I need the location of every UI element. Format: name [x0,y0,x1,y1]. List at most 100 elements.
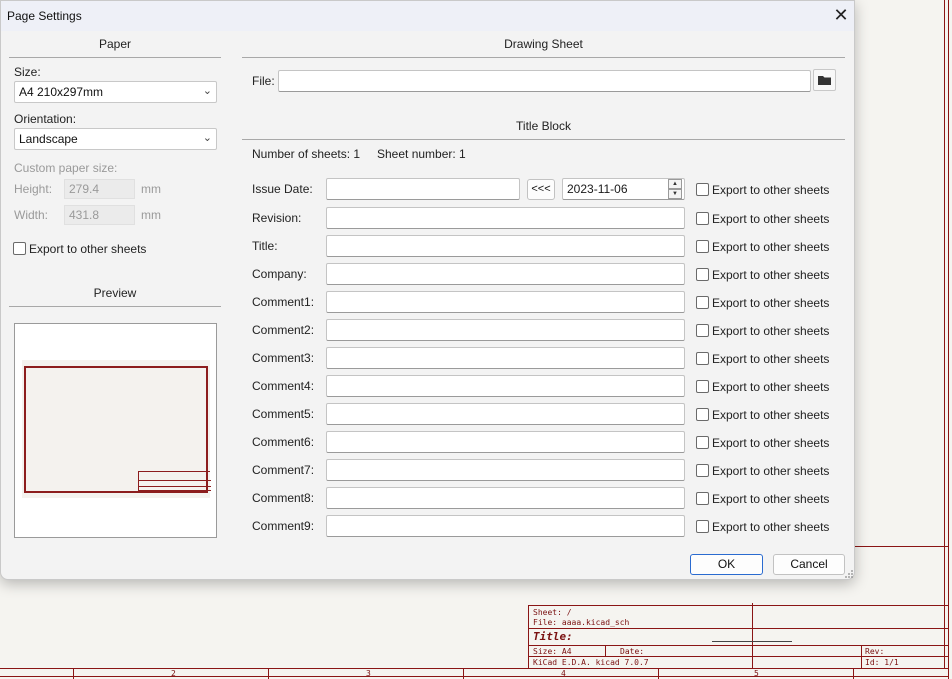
ok-button[interactable]: OK [690,554,763,575]
comment2-export-label: Export to other sheets [712,324,830,338]
cancel-button[interactable]: Cancel [773,554,845,575]
comment3-label: Comment3: [252,351,315,365]
comment7-input[interactable] [326,459,685,481]
height-label: Height: [14,182,53,196]
comment3-export-checkbox[interactable] [696,352,709,365]
dialog-title: Page Settings [7,9,82,23]
comment9-export-checkbox[interactable] [696,520,709,533]
comment2-input[interactable] [326,319,685,341]
title-block-top [528,605,949,606]
title-export-checkbox[interactable] [696,240,709,253]
comment9-export-label: Export to other sheets [712,520,830,534]
comment1-export-label: Export to other sheets [712,296,830,310]
comment3-input[interactable] [326,347,685,369]
width-label: Width: [14,208,49,222]
orientation-dropdown[interactable]: Landscape ⌄ [14,128,217,150]
comment6-export-label: Export to other sheets [712,436,830,450]
preview-tb-line [139,486,211,487]
company-input[interactable] [326,263,685,285]
copy-date-button[interactable]: <<< [527,179,555,200]
browse-folder-button[interactable] [813,69,836,91]
column-number: 2 [171,669,176,678]
paper-export-checkbox[interactable] [13,242,26,255]
comment7-label: Comment7: [252,463,315,477]
height-field[interactable]: 279.4 [64,179,135,199]
orientation-value: Landscape [19,132,78,146]
comment7-export-label: Export to other sheets [712,464,830,478]
drawing-sheet-heading: Drawing Sheet [504,37,583,51]
sheet-border-bottom [0,668,949,669]
comment1-export-checkbox[interactable] [696,296,709,309]
comment8-input[interactable] [326,487,685,509]
sheet-border-bottom-outer [0,676,949,677]
sheet-border-tick [463,668,464,679]
preview-title-block [138,471,211,493]
paper-size-dropdown[interactable]: A4 210x297mm ⌄ [14,81,217,103]
height-unit: mm [141,182,161,196]
comment8-export-label: Export to other sheets [712,492,830,506]
comment4-label: Comment4: [252,379,315,393]
comment6-export-checkbox[interactable] [696,436,709,449]
title-block-line [528,628,949,629]
width-unit: mm [141,208,161,222]
sheet-file-text: File: aaaa.kicad_sch [533,618,630,627]
comment1-input[interactable] [326,291,685,313]
comment9-input[interactable] [326,515,685,537]
comment7-export-checkbox[interactable] [696,464,709,477]
comment5-label: Comment5: [252,407,315,421]
comment5-input[interactable] [326,403,685,425]
chevron-down-icon: ⌄ [202,85,212,97]
preview-divider [9,306,221,307]
issue-date-input[interactable] [326,178,520,200]
sheet-number: Sheet number: 1 [377,147,466,161]
comment2-label: Comment2: [252,323,315,337]
column-number: 4 [561,669,566,678]
dialog-titlebar[interactable]: Page Settings ✕ [1,1,854,31]
title-block-line [528,645,949,646]
issue-date-label: Issue Date: [252,182,313,196]
preview-heading: Preview [93,286,137,300]
title-input[interactable] [326,235,685,257]
comment5-export-label: Export to other sheets [712,408,830,422]
title-label: Title: [252,239,278,253]
folder-icon [818,76,831,85]
sheet-border-tick [658,668,659,679]
resize-grip-icon[interactable] [844,569,854,579]
comment9-label: Comment9: [252,519,315,533]
comment8-export-checkbox[interactable] [696,492,709,505]
revision-export-checkbox[interactable] [696,212,709,225]
title-block-line [855,546,949,547]
sheet-date-text: Date: [620,647,645,656]
comment8-label: Comment8: [252,491,315,505]
drawing-sheet-file-input[interactable] [278,70,811,92]
comment4-export-checkbox[interactable] [696,380,709,393]
title-block-underline [712,641,792,642]
issue-date-export-checkbox[interactable] [696,183,709,196]
chevron-down-icon: ⌄ [202,132,212,144]
close-icon[interactable]: ✕ [830,5,852,27]
sheet-border-tick [73,668,74,679]
width-field[interactable]: 431.8 [64,205,135,225]
spin-up-icon[interactable]: ▲ [668,179,682,189]
title-block-left [528,605,529,668]
column-number: 5 [754,669,759,678]
comment4-input[interactable] [326,375,685,397]
sheet-border-inner [944,0,945,668]
title-export-label: Export to other sheets [712,240,830,254]
comment2-export-checkbox[interactable] [696,324,709,337]
column-number: 3 [366,669,371,678]
company-export-checkbox[interactable] [696,268,709,281]
date-spinner[interactable]: ▲ ▼ [667,178,684,200]
comment6-input[interactable] [326,431,685,453]
comment1-label: Comment1: [252,295,315,309]
title-block-divider [752,603,753,668]
size-label: Size: [14,65,41,79]
comment5-export-checkbox[interactable] [696,408,709,421]
date-picker-value: 2023-11-06 [567,182,628,196]
revision-label: Revision: [252,211,302,225]
sheet-border-tick [268,668,269,679]
revision-input[interactable] [326,207,685,229]
spin-down-icon[interactable]: ▼ [668,189,682,199]
sheet-kicad-text: KiCad E.D.A. kicad 7.0.7 [533,658,649,667]
preview-tb-line [139,490,211,491]
